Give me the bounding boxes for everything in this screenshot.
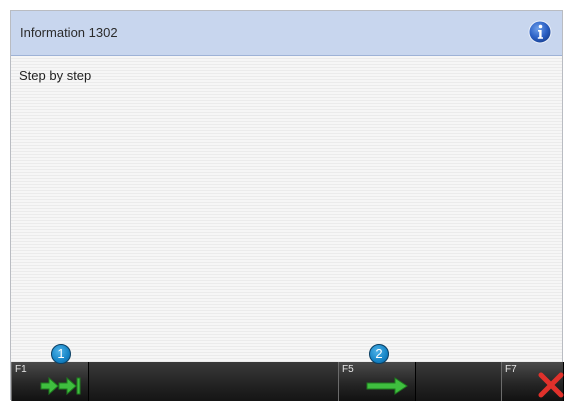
step-forward-arrows-icon <box>40 376 81 396</box>
callout-badge-2: 2 <box>369 344 389 364</box>
message-text: Step by step <box>19 68 92 83</box>
f5-key-label: F5 <box>342 364 354 375</box>
f5-next-button[interactable]: F5 <box>338 362 416 401</box>
f7-key-label: F7 <box>505 364 517 375</box>
f1-step-forward-button[interactable]: F1 <box>11 362 89 401</box>
arrow-right-icon <box>366 377 408 395</box>
dialog-title: Information 1302 <box>20 25 118 40</box>
info-icon[interactable] <box>528 20 552 44</box>
close-icon <box>538 372 564 398</box>
f7-close-button[interactable]: F7 <box>501 362 564 401</box>
f1-key-label: F1 <box>15 364 27 375</box>
function-key-bar: F1 F5 F7 <box>11 362 564 401</box>
title-bar: Information 1302 <box>11 11 562 56</box>
information-dialog: Information 1302 Step by step F1 F5 F7 <box>10 10 564 401</box>
callout-badge-1: 1 <box>51 344 71 364</box>
